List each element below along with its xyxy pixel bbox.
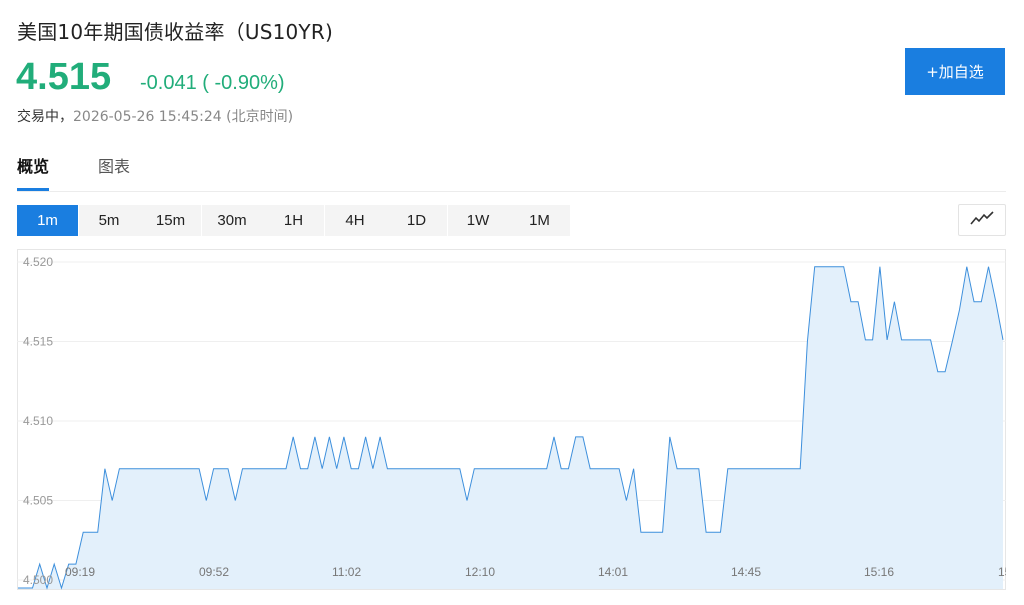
interval-15m[interactable]: 15m [140, 205, 201, 236]
interval-30m[interactable]: 30m [201, 205, 263, 236]
y-tick-label: 4.505 [23, 494, 53, 508]
tab-chart[interactable]: 图表 [98, 155, 130, 188]
interval-1m[interactable]: 1m [17, 205, 78, 236]
interval-1d[interactable]: 1D [386, 205, 447, 236]
x-tick-label: 09:52 [199, 565, 229, 579]
tab-overview[interactable]: 概览 [17, 155, 50, 191]
price-chart: 4.520 4.515 4.510 4.505 4.500 09:19 09:52 11:0… [17, 249, 1006, 590]
y-tick-label: 4.520 [23, 255, 53, 269]
x-tick-label: 14:01 [598, 565, 628, 579]
x-tick-label: 11:02 [332, 565, 361, 579]
line-chart-icon [970, 210, 994, 230]
interval-5m[interactable]: 5m [78, 205, 140, 236]
trading-status: 交易中，2026-05-26 15:45:24 (北京时间) [17, 106, 293, 126]
interval-selector: 1m 5m 15m 30m 1H 4H 1D 1W 1M [17, 205, 571, 236]
y-tick-label: 4.510 [23, 414, 53, 428]
x-tick-label: 15:4 [998, 565, 1006, 579]
interval-1h[interactable]: 1H [263, 205, 324, 236]
timestamp: 2026-05-26 15:45:24 (北京时间) [73, 109, 294, 125]
interval-4h[interactable]: 4H [324, 205, 386, 236]
chart-type-button[interactable] [958, 204, 1006, 236]
y-tick-label: 4.515 [23, 334, 53, 348]
current-price: 4.515 [16, 56, 112, 98]
x-tick-label: 14:45 [731, 565, 761, 579]
interval-1w[interactable]: 1W [447, 205, 509, 236]
add-to-watchlist-button[interactable]: +加自选 [905, 48, 1005, 95]
page-title: 美国10年期国债收益率（US10YR) [17, 20, 333, 44]
tab-bar: 概览 图表 [17, 155, 1006, 192]
status-label: 交易中， [17, 109, 73, 125]
quote-page: 美国10年期国债收益率（US10YR) 4.515 -0.041 ( -0.90… [0, 0, 1024, 605]
price-change: -0.041 ( -0.90%) [140, 72, 285, 94]
interval-1mo[interactable]: 1M [509, 205, 570, 236]
x-tick-label: 09:19 [65, 565, 95, 579]
x-tick-label: 15:16 [864, 565, 894, 579]
chart-canvas: 4.520 4.515 4.510 4.505 4.500 09:19 09:52 11:0… [17, 249, 1006, 590]
x-tick-label: 12:10 [465, 565, 495, 579]
y-tick-label: 4.500 [23, 573, 53, 587]
